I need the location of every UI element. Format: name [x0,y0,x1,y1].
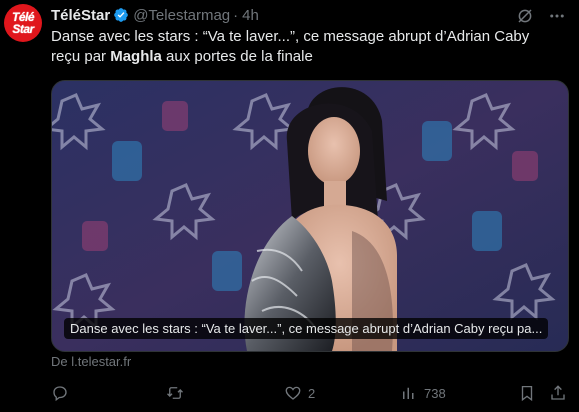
bookmark-button[interactable] [518,384,536,402]
grok-icon [518,9,532,23]
verified-badge-icon [114,8,129,22]
more-icon [550,14,564,18]
like-count: 2 [308,385,316,401]
grok-button[interactable] [515,6,535,26]
avatar[interactable]: Télé Star [4,4,42,42]
timestamp[interactable]: 4h [242,7,259,24]
views-button[interactable]: 738 [400,384,446,402]
retweet-icon [167,387,183,399]
tweet-header: TéléStar @Telestarmag · 4h [51,6,571,24]
tweet-text-mention: Maghla [110,48,162,65]
retweet-button[interactable] [166,384,190,402]
more-button[interactable] [547,6,567,26]
views-icon [403,387,414,399]
tweet-actions: 2 738 [51,384,567,404]
separator-dot: · [233,6,239,24]
like-button[interactable]: 2 [284,384,315,402]
reply-icon [53,386,67,402]
tweet-text: Danse avec les stars : “Va te laver...”,… [51,27,556,67]
card-image [52,81,568,351]
heart-icon [285,386,301,400]
bookmark-icon [521,385,533,402]
card-caption: Danse avec les stars : “Va te laver...”,… [64,318,549,339]
account-name[interactable]: TéléStar [51,7,110,24]
share-icon [551,385,565,400]
avatar-logo-text-bottom: Star [12,22,34,36]
link-card[interactable]: Danse avec les stars : “Va te laver...”,… [51,80,569,352]
reply-button[interactable] [51,384,75,402]
views-count: 738 [424,385,446,401]
account-handle[interactable]: @Telestarmag [133,7,230,24]
header-actions [515,6,567,26]
card-source[interactable]: De l.telestar.fr [51,354,131,369]
tweet-text-part2: aux portes de la finale [161,48,313,65]
share-button[interactable] [549,384,567,402]
